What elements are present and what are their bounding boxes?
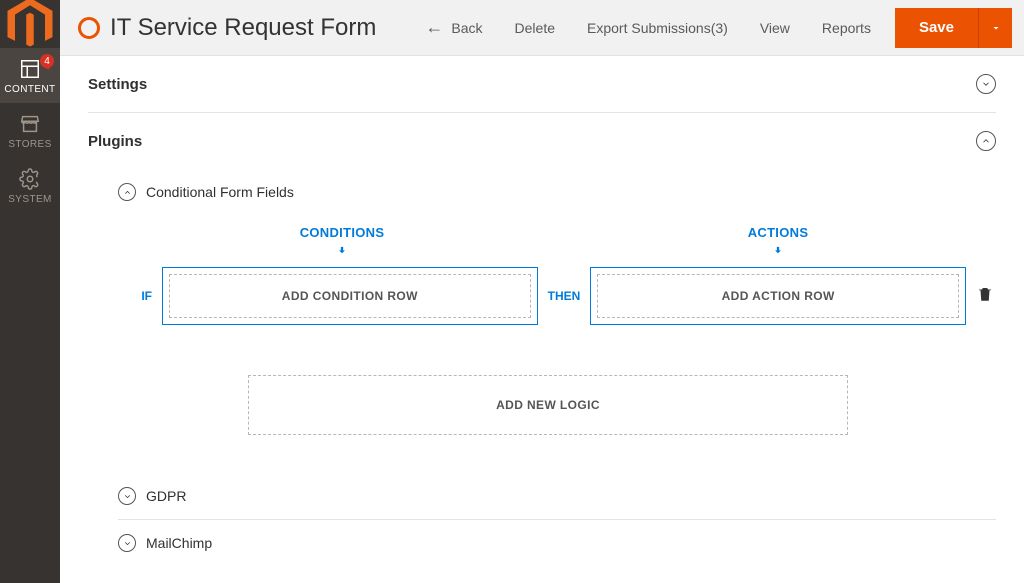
add-action-row-button[interactable]: ADD ACTION ROW: [597, 274, 959, 318]
section-title: Settings: [88, 76, 147, 93]
sidebar-item-stores[interactable]: STORES: [0, 103, 60, 158]
form-ring-icon: [78, 17, 100, 39]
plugin-title: MailChimp: [146, 535, 212, 551]
header-actions: Back Delete Export Submissions(3) View R…: [409, 0, 1024, 55]
actions-column-header: ACTIONS: [590, 225, 966, 261]
view-button[interactable]: View: [744, 0, 806, 55]
sidebar-item-content[interactable]: CONTENT 4: [0, 48, 60, 103]
export-submissions-button[interactable]: Export Submissions(3): [571, 0, 744, 55]
delete-button[interactable]: Delete: [499, 0, 571, 55]
plugin-gdpr[interactable]: GDPR: [118, 473, 996, 519]
save-dropdown-button[interactable]: [978, 8, 1012, 48]
add-condition-row-button[interactable]: ADD CONDITION ROW: [169, 274, 531, 318]
conditions-dropzone: ADD CONDITION ROW: [162, 267, 538, 325]
back-button[interactable]: Back: [409, 0, 498, 55]
chevron-up-icon[interactable]: [118, 183, 136, 201]
sidebar-item-system[interactable]: SYSTEM: [0, 158, 60, 213]
magento-logo-icon: [0, 0, 60, 48]
sidebar-item-label: CONTENT: [4, 84, 55, 95]
section-title: Plugins: [88, 133, 142, 150]
plugin-title: GDPR: [146, 488, 186, 504]
conditions-header-label: CONDITIONS: [300, 225, 385, 240]
then-label: THEN: [548, 289, 581, 303]
if-label: IF: [118, 289, 152, 303]
conditions-column-header: CONDITIONS: [154, 225, 530, 261]
trash-icon: [976, 285, 994, 303]
delete-logic-button[interactable]: [976, 285, 996, 308]
chevron-down-icon[interactable]: [976, 74, 996, 94]
page-title: IT Service Request Form: [110, 14, 376, 42]
actions-dropzone: ADD ACTION ROW: [590, 267, 966, 325]
reports-button[interactable]: Reports: [806, 0, 887, 55]
save-button-group: Save: [895, 8, 1012, 48]
collapsed-plugins: GDPR MailChimp: [118, 465, 996, 566]
page-header: IT Service Request Form Back Delete Expo…: [60, 0, 1024, 56]
arrow-down-icon: [590, 244, 966, 261]
section-plugins[interactable]: Plugins: [88, 113, 996, 169]
logic-row: IF ADD CONDITION ROW THEN ADD ACTION ROW: [118, 267, 996, 325]
admin-sidebar: CONTENT 4 STORES SYSTEM: [0, 0, 60, 583]
plugins-body: Conditional Form Fields CONDITIONS ACTIO…: [88, 169, 996, 566]
chevron-up-icon[interactable]: [976, 131, 996, 151]
add-new-logic-button[interactable]: ADD NEW LOGIC: [248, 375, 848, 435]
section-settings[interactable]: Settings: [88, 56, 996, 113]
chevron-down-icon[interactable]: [118, 487, 136, 505]
sidebar-item-label: SYSTEM: [8, 194, 52, 205]
actions-header-label: ACTIONS: [748, 225, 809, 240]
content-area: Settings Plugins Conditional Form Fields: [60, 56, 1024, 583]
arrow-down-icon: [154, 244, 530, 261]
plugin-title: Conditional Form Fields: [146, 184, 294, 200]
plugin-conditional-form-fields[interactable]: Conditional Form Fields: [118, 169, 996, 215]
chevron-down-icon[interactable]: [118, 534, 136, 552]
caret-down-icon: [990, 22, 1002, 34]
conditional-logic-builder: CONDITIONS ACTIONS IF: [118, 215, 996, 465]
save-button[interactable]: Save: [895, 8, 978, 48]
sidebar-item-label: STORES: [8, 139, 51, 150]
builder-headers: CONDITIONS ACTIONS: [154, 225, 996, 261]
plugin-mailchimp[interactable]: MailChimp: [118, 519, 996, 566]
add-logic-wrap: ADD NEW LOGIC: [248, 375, 848, 435]
main-panel: IT Service Request Form Back Delete Expo…: [60, 0, 1024, 583]
